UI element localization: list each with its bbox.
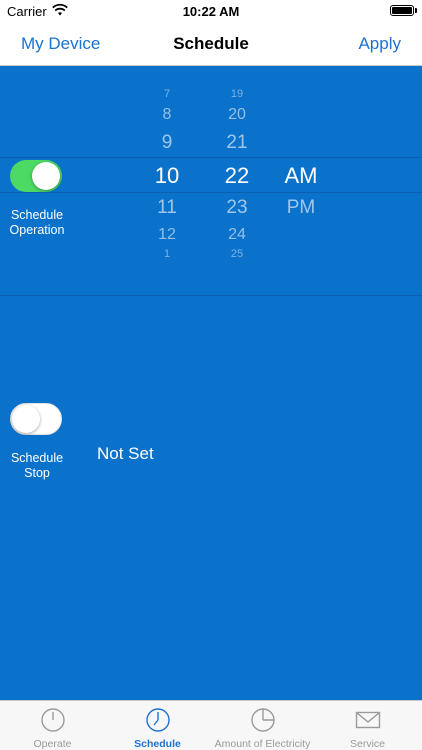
- mail-icon: [355, 711, 381, 729]
- selected-period: AM: [284, 163, 318, 188]
- picker-item: 9: [161, 132, 173, 153]
- schedule-stop-value: Not Set: [97, 444, 154, 463]
- schedule-content: Schedule Operation 7 8 9 10 11 12 1 19 2…: [0, 66, 422, 700]
- schedule-stop-label: Schedule Stop: [10, 451, 64, 480]
- navigation-bar: My Device Schedule Apply: [0, 22, 422, 66]
- schedule-operation-label: Schedule Operation: [9, 208, 65, 237]
- tab-label: Amount of Electricity: [214, 738, 311, 750]
- picker-item: 23: [226, 197, 248, 218]
- selected-hour: 10: [154, 163, 180, 188]
- picker-item: 25: [230, 248, 244, 260]
- picker-item: 7: [163, 88, 171, 100]
- status-time: 10:22 AM: [182, 4, 240, 19]
- schedule-stop-toggle[interactable]: [10, 403, 62, 435]
- picker-item: 21: [226, 132, 248, 153]
- clock-icon: [146, 708, 170, 732]
- battery-icon: [390, 5, 414, 16]
- minute-picker[interactable]: 19 20 21 22 23 24 25: [207, 66, 267, 296]
- tab-label: Operate: [33, 738, 72, 750]
- hour-picker[interactable]: 7 8 9 10 11 12 1: [137, 66, 197, 296]
- picker-item: 11: [157, 197, 177, 218]
- tab-operate[interactable]: Operate: [0, 701, 105, 750]
- picker-item: 1: [163, 248, 171, 260]
- picker-item: 19: [230, 88, 244, 100]
- status-bar: Carrier 10:22 AM: [0, 0, 422, 22]
- tab-bar: Operate Schedule Amount of Electricity S…: [0, 700, 422, 750]
- picker-item: 24: [228, 226, 246, 243]
- picker-item: 8: [162, 106, 172, 123]
- tab-label: Service: [349, 738, 385, 750]
- apply-button[interactable]: Apply: [358, 34, 401, 54]
- tab-amount-of-electricity[interactable]: Amount of Electricity: [210, 701, 315, 750]
- tab-service[interactable]: Service: [315, 701, 420, 750]
- period-picker[interactable]: AM PM: [271, 66, 331, 296]
- picker-item: 12: [158, 226, 176, 243]
- tab-schedule[interactable]: Schedule: [105, 701, 210, 750]
- pie-chart-icon: [251, 708, 275, 732]
- tab-label: Schedule: [134, 738, 181, 750]
- selected-minute: 22: [224, 163, 250, 188]
- section-divider: [0, 295, 422, 296]
- power-icon: [41, 708, 65, 732]
- picker-item: PM: [286, 197, 316, 218]
- picker-item: 20: [228, 106, 246, 123]
